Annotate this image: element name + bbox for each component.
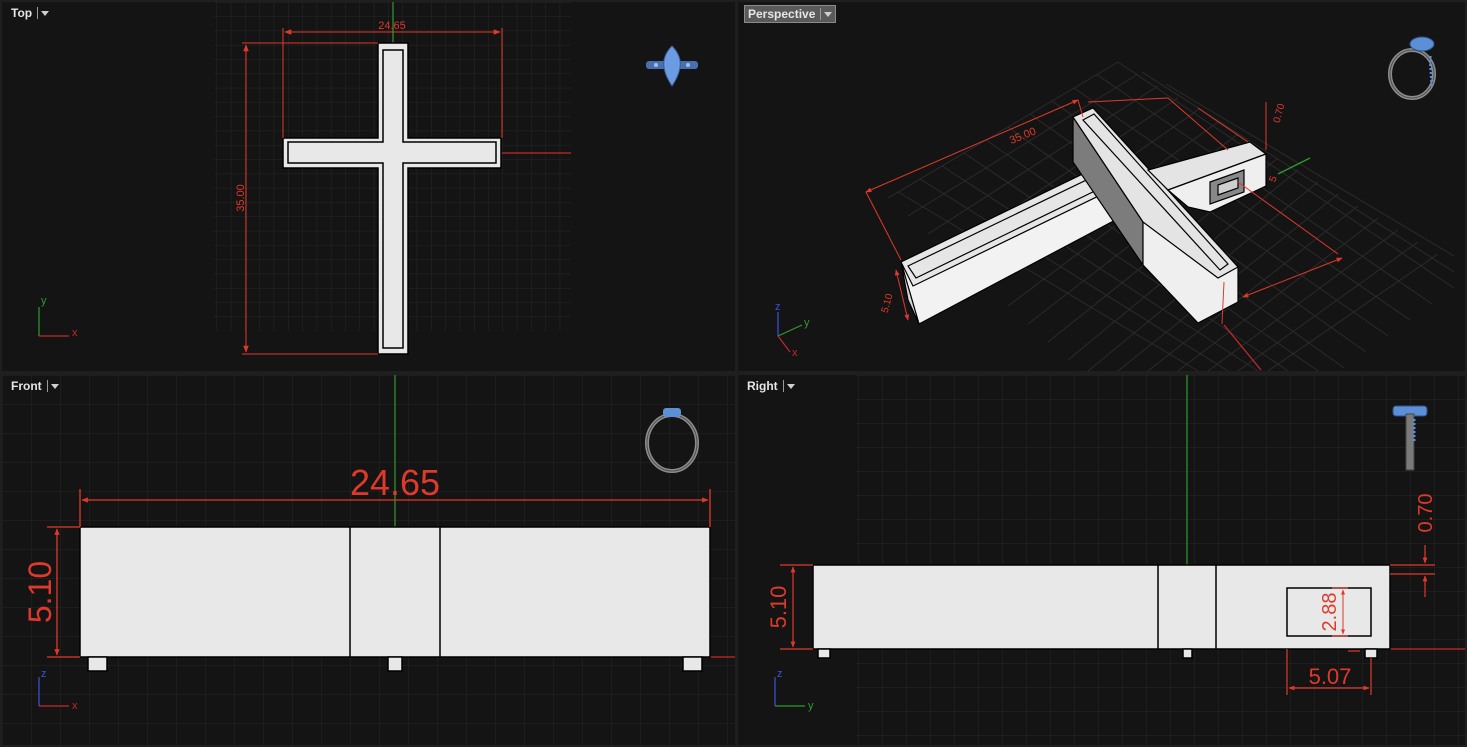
perspective-view-canvas[interactable]: 35.00 0.70 5 5.10 x y z [738, 2, 1465, 371]
front-width-text: 24.65 [350, 462, 440, 503]
axis-gizmo: x y [38, 295, 78, 339]
cross-model[interactable] [812, 564, 1391, 659]
top-height-text: 35.00 [235, 184, 247, 212]
right-wall-text: 0.70 [1415, 494, 1437, 533]
front-view-canvas[interactable]: 24.65 5.10 x z [2, 375, 735, 745]
axis-label-z: z [775, 301, 781, 313]
viewport-title-perspective[interactable]: Perspective [744, 5, 837, 23]
ring-orientation-icon[interactable] [1388, 36, 1436, 100]
viewport-title-text: Perspective [748, 7, 816, 21]
viewport-title-text: Top [11, 6, 33, 20]
axis-label-z: z [41, 668, 47, 680]
axis-label-x: x [792, 347, 798, 359]
viewport-top[interactable]: 24.65 35.00 x y Top [2, 2, 735, 371]
axis-label-x: x [72, 700, 78, 712]
axis-gizmo: y z [774, 668, 814, 712]
x-axis-line [1223, 324, 1262, 371]
cross-model[interactable] [79, 526, 711, 672]
ring-orientation-icon[interactable] [646, 45, 698, 87]
construction-grid [856, 375, 1465, 745]
perspective-depth-text: 5.10 [880, 292, 896, 314]
axis-label-y: y [808, 700, 814, 712]
perspective-wall-text: 0.70 [1272, 102, 1288, 124]
chevron-down-icon[interactable] [786, 383, 795, 389]
top-view-canvas[interactable]: 24.65 35.00 x y [2, 2, 735, 371]
right-hole-height-text: 2.88 [1319, 593, 1341, 632]
axis-label-y: y [804, 317, 810, 329]
axis-label-y: y [41, 295, 47, 307]
perspective-hole-text: 5 [1268, 174, 1280, 183]
axis-gizmo: x y z [775, 301, 810, 359]
chevron-down-icon[interactable] [50, 383, 59, 389]
axis-label-z: z [777, 668, 783, 680]
viewport-title-text: Front [11, 379, 42, 393]
right-view-canvas[interactable]: 0.70 5.10 2.88 5.07 y z [738, 375, 1465, 745]
viewport-title-top[interactable]: Top [8, 5, 52, 21]
viewport-perspective[interactable]: 35.00 0.70 5 5.10 x y z Perspective [738, 2, 1465, 371]
viewport-front[interactable]: 24.65 5.10 x z Front [2, 375, 735, 745]
viewport-right[interactable]: 0.70 5.10 2.88 5.07 y z Right [738, 375, 1465, 745]
front-depth-text: 5.10 [22, 561, 58, 623]
chevron-down-icon[interactable] [824, 11, 833, 17]
top-width-text: 24.65 [378, 20, 406, 32]
viewport-title-right[interactable]: Right [744, 378, 798, 394]
viewport-title-text: Right [747, 379, 778, 393]
right-hole-width-text: 5.07 [1309, 664, 1352, 689]
axis-label-x: x [72, 327, 78, 339]
chevron-down-icon[interactable] [41, 10, 50, 16]
viewport-title-front[interactable]: Front [8, 378, 62, 394]
right-depth-text: 5.10 [766, 586, 791, 629]
